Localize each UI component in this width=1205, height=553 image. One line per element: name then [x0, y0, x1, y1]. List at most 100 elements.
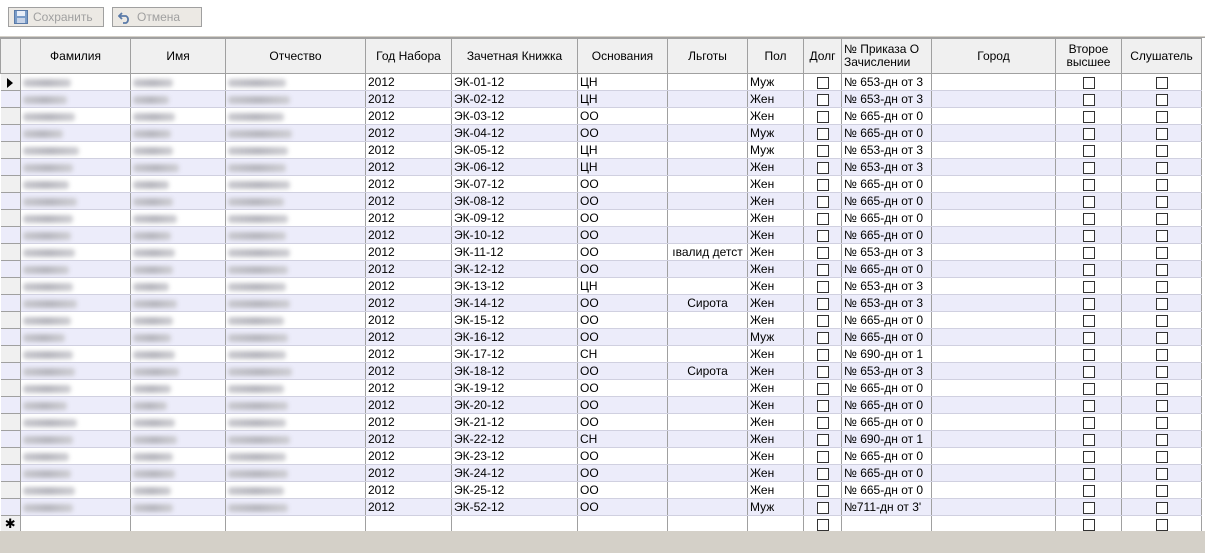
- cell-familia[interactable]: [20, 396, 131, 414]
- cell-osnovaniya[interactable]: ЦН: [577, 90, 668, 108]
- vtoroe-checkbox[interactable]: [1082, 382, 1095, 395]
- cell-gorod[interactable]: [931, 481, 1056, 499]
- cell-imya[interactable]: [130, 158, 226, 176]
- cell-lgoty[interactable]: [667, 192, 748, 210]
- cell-pol[interactable]: Жен: [747, 294, 804, 312]
- slushatel-checkbox[interactable]: [1155, 297, 1168, 310]
- cell-god[interactable]: 2012: [365, 158, 452, 176]
- cell-slushatel[interactable]: [1121, 447, 1202, 465]
- cell-gorod[interactable]: [931, 260, 1056, 278]
- slushatel-checkbox[interactable]: [1155, 348, 1168, 361]
- dolg-checkbox[interactable]: [816, 467, 829, 480]
- cell-imya[interactable]: [130, 481, 226, 499]
- cell-god[interactable]: 2012: [365, 226, 452, 244]
- cell-god[interactable]: [365, 515, 452, 532]
- cell-gorod[interactable]: [931, 209, 1056, 227]
- dolg-checkbox[interactable]: [816, 178, 829, 191]
- cell-prikaz[interactable]: № 653-дн от 3: [841, 362, 932, 380]
- cell-god[interactable]: 2012: [365, 379, 452, 397]
- cell-god[interactable]: 2012: [365, 73, 452, 91]
- cell-god[interactable]: 2012: [365, 175, 452, 193]
- vtoroe-checkbox[interactable]: [1082, 93, 1095, 106]
- cell-imya[interactable]: [130, 209, 226, 227]
- cell-zachetka[interactable]: [451, 515, 578, 532]
- cell-vtoroe[interactable]: [1055, 141, 1122, 159]
- cell-pol[interactable]: Муж: [747, 498, 804, 516]
- dolg-checkbox[interactable]: [816, 110, 829, 123]
- cell-otchestvo[interactable]: [225, 294, 366, 312]
- row-header[interactable]: [0, 192, 21, 210]
- slushatel-checkbox[interactable]: [1155, 433, 1168, 446]
- cell-slushatel[interactable]: [1121, 260, 1202, 278]
- cell-pol[interactable]: Жен: [747, 90, 804, 108]
- dolg-checkbox[interactable]: [816, 93, 829, 106]
- col-header-osnovaniya[interactable]: Основания: [577, 38, 668, 74]
- dolg-checkbox[interactable]: [816, 348, 829, 361]
- dolg-checkbox[interactable]: [816, 382, 829, 395]
- cell-vtoroe[interactable]: [1055, 158, 1122, 176]
- slushatel-checkbox[interactable]: [1155, 212, 1168, 225]
- cell-god[interactable]: 2012: [365, 209, 452, 227]
- cell-familia[interactable]: [20, 362, 131, 380]
- row-header[interactable]: [0, 430, 21, 448]
- slushatel-checkbox[interactable]: [1155, 314, 1168, 327]
- col-header-prikaz[interactable]: № Приказа О Зачислении: [841, 38, 932, 74]
- cell-slushatel[interactable]: [1121, 124, 1202, 142]
- cell-slushatel[interactable]: [1121, 107, 1202, 125]
- cell-pol[interactable]: Жен: [747, 430, 804, 448]
- cell-familia[interactable]: [20, 141, 131, 159]
- cell-vtoroe[interactable]: [1055, 90, 1122, 108]
- save-button[interactable]: Сохранить: [8, 7, 104, 27]
- cell-gorod[interactable]: [931, 498, 1056, 516]
- dolg-checkbox[interactable]: [816, 263, 829, 276]
- cell-gorod[interactable]: [931, 379, 1056, 397]
- table-row[interactable]: 2012 ЭК-52-12 ОО Муж №711-дн от 3': [0, 498, 1202, 516]
- cell-zachetka[interactable]: ЭК-18-12: [451, 362, 578, 380]
- cell-prikaz[interactable]: № 665-дн от 0: [841, 260, 932, 278]
- cell-dolg[interactable]: [803, 447, 842, 465]
- row-header[interactable]: [0, 141, 21, 159]
- vtoroe-checkbox[interactable]: [1082, 331, 1095, 344]
- cell-prikaz[interactable]: № 653-дн от 3: [841, 158, 932, 176]
- cell-otchestvo[interactable]: [225, 430, 366, 448]
- cell-otchestvo[interactable]: [225, 90, 366, 108]
- cell-lgoty[interactable]: [667, 175, 748, 193]
- cell-pol[interactable]: [747, 515, 804, 532]
- dolg-checkbox[interactable]: [816, 195, 829, 208]
- dolg-checkbox[interactable]: [816, 331, 829, 344]
- cell-osnovaniya[interactable]: ЦН: [577, 73, 668, 91]
- cell-zachetka[interactable]: ЭК-14-12: [451, 294, 578, 312]
- cell-imya[interactable]: [130, 447, 226, 465]
- cell-god[interactable]: 2012: [365, 294, 452, 312]
- slushatel-checkbox[interactable]: [1155, 161, 1168, 174]
- cell-dolg[interactable]: [803, 124, 842, 142]
- cell-otchestvo[interactable]: [225, 447, 366, 465]
- cell-pol[interactable]: Жен: [747, 396, 804, 414]
- cell-pol[interactable]: Жен: [747, 464, 804, 482]
- cell-lgoty[interactable]: [667, 447, 748, 465]
- vtoroe-checkbox[interactable]: [1082, 348, 1095, 361]
- cell-familia[interactable]: [20, 175, 131, 193]
- vtoroe-checkbox[interactable]: [1082, 178, 1095, 191]
- cell-pol[interactable]: Жен: [747, 260, 804, 278]
- cell-zachetka[interactable]: ЭК-15-12: [451, 311, 578, 329]
- cell-dolg[interactable]: [803, 345, 842, 363]
- slushatel-checkbox[interactable]: [1155, 229, 1168, 242]
- cell-zachetka[interactable]: ЭК-11-12: [451, 243, 578, 261]
- cell-prikaz[interactable]: № 690-дн от 1: [841, 345, 932, 363]
- cell-slushatel[interactable]: [1121, 73, 1202, 91]
- vtoroe-checkbox[interactable]: [1082, 467, 1095, 480]
- vtoroe-checkbox[interactable]: [1082, 246, 1095, 259]
- cell-pol[interactable]: Жен: [747, 107, 804, 125]
- cell-gorod[interactable]: [931, 311, 1056, 329]
- cell-dolg[interactable]: [803, 107, 842, 125]
- cell-god[interactable]: 2012: [365, 260, 452, 278]
- row-header[interactable]: [0, 447, 21, 465]
- cell-gorod[interactable]: [931, 447, 1056, 465]
- dolg-checkbox[interactable]: [816, 144, 829, 157]
- cell-osnovaniya[interactable]: ОО: [577, 379, 668, 397]
- cell-pol[interactable]: Жен: [747, 192, 804, 210]
- cell-osnovaniya[interactable]: ОО: [577, 209, 668, 227]
- cell-osnovaniya[interactable]: ОО: [577, 243, 668, 261]
- cell-vtoroe[interactable]: [1055, 226, 1122, 244]
